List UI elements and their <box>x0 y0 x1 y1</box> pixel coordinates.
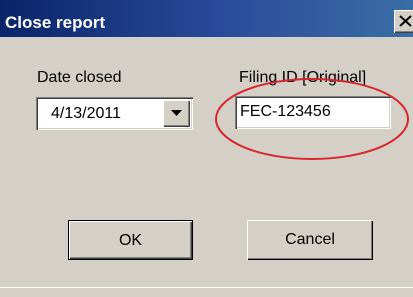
filing-id-value: FEC-123456 <box>240 103 331 120</box>
close-icon <box>399 15 412 27</box>
chevron-down-icon <box>171 110 182 116</box>
cancel-button[interactable]: Cancel <box>247 220 373 260</box>
dialog-bottom-edge <box>0 287 413 288</box>
close-button[interactable] <box>394 10 413 33</box>
date-closed-value: 4/13/2011 <box>51 105 121 122</box>
window-title: Close report <box>5 13 106 32</box>
filing-id-label: Filing ID [Original] <box>239 69 367 86</box>
date-closed-label: Date closed <box>37 69 122 86</box>
date-closed-dropdown[interactable]: 4/13/2011 <box>36 97 193 130</box>
title-bar[interactable]: Close report <box>0 0 413 37</box>
close-report-dialog: Close report Date closed Filing ID [Orig… <box>0 0 413 297</box>
ok-button[interactable]: OK <box>68 220 193 260</box>
filing-id-field[interactable]: FEC-123456 <box>235 96 391 129</box>
dropdown-button[interactable] <box>163 100 190 127</box>
